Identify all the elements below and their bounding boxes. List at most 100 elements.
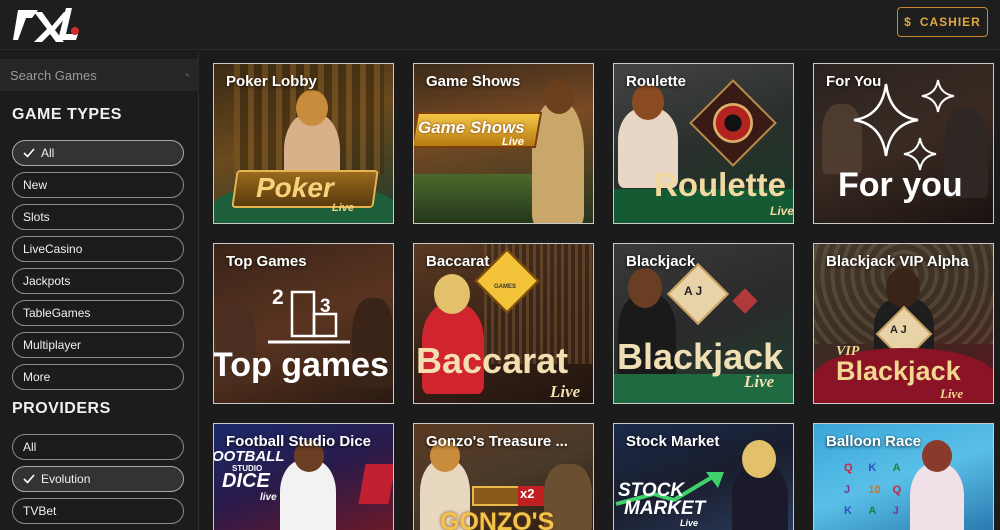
filter-tablegames[interactable]: TableGames (12, 300, 184, 326)
game-tile-blackjack[interactable]: A J Blackjack Live Blackjack (613, 243, 794, 404)
dealer-head (296, 90, 328, 126)
tile-art-text: DICE (222, 470, 270, 492)
slot-symbol: Q (892, 483, 902, 496)
host-head (544, 80, 574, 114)
pill-label: All (41, 146, 55, 160)
pill-label: LiveCasino (23, 242, 83, 256)
pill-label: Slots (23, 210, 50, 224)
pill-label: New (23, 178, 48, 192)
filter-multiplayer[interactable]: Multiplayer (12, 332, 184, 358)
filter-livecasino[interactable]: LiveCasino (12, 236, 184, 262)
tile-art-subtext: Live (680, 518, 699, 528)
game-tile-roulette[interactable]: Roulette Live Roulette (613, 63, 794, 224)
game-tile-football-studio-dice[interactable]: OOTBALL STUDIO DICE live Football Studio… (213, 423, 394, 530)
game-tile-game-shows[interactable]: Game Shows Live Game Shows (413, 63, 594, 224)
tile-title: Top Games (226, 253, 307, 270)
slot-symbol: Q (844, 462, 853, 474)
cashier-label: CASHIER (919, 15, 981, 29)
tile-art-text: Top games (213, 346, 389, 384)
game-tile-balloon-race[interactable]: Q K A J 10 Q K A J Balloon Race (813, 423, 994, 530)
filter-all-game-types[interactable]: All (12, 140, 184, 166)
pill-label: TVBet (23, 504, 57, 518)
tile-art-subtext: Live (940, 386, 964, 401)
slot-symbol: A (868, 505, 877, 518)
tile-art-subtext: Live (550, 382, 581, 401)
card-label: A J (684, 284, 703, 298)
tile-art-text: Baccarat (416, 340, 569, 381)
top-header: $ CASHIER (0, 0, 1000, 50)
site-logo[interactable] (12, 4, 82, 44)
tile-art-text: Blackjack (836, 356, 961, 386)
search-icon[interactable] (186, 67, 189, 83)
filter-new[interactable]: New (12, 172, 184, 198)
slot-symbol: K (844, 505, 852, 518)
tile-art-text: MARKET (624, 498, 706, 519)
tile-art-subtext: Live (332, 202, 355, 214)
game-tile-for-you[interactable]: For you For You (813, 63, 994, 224)
tile-art-subtext: Live (744, 372, 775, 391)
host-head (922, 440, 952, 472)
pill-label: More (23, 370, 51, 384)
filter-jackpots[interactable]: Jackpots (12, 268, 184, 294)
tile-title: Baccarat (426, 253, 490, 270)
badge-label: GAMES (494, 284, 517, 290)
pill-label: Multiplayer (23, 338, 82, 352)
dealer-head (628, 268, 662, 308)
providers-heading: PROVIDERS (12, 400, 111, 417)
tile-art-text: Poker (256, 172, 334, 203)
game-tile-blackjack-vip-alpha[interactable]: A J VIP Blackjack Live Blackjack VIP Alp… (813, 243, 994, 404)
card-label: A J (890, 324, 907, 336)
pill-label: Jackpots (23, 274, 71, 288)
tile-art-subtext: Live (770, 204, 794, 218)
search-input[interactable] (10, 67, 186, 83)
sidebar: GAME TYPES All New Slots LiveCasino Jack… (0, 51, 199, 530)
host-figure (910, 464, 964, 530)
badge-label: x2 (520, 486, 535, 501)
slot-symbol: J (892, 505, 899, 518)
tile-title: Football Studio Dice (226, 433, 371, 450)
slot-symbol: J (844, 483, 851, 496)
game-tile-baccarat[interactable]: GAMES Baccarat Live Baccarat (413, 243, 594, 404)
pill-label: TableGames (23, 306, 91, 320)
provider-tvbet[interactable]: TVBet (12, 498, 184, 524)
tile-title: Gonzo's Treasure ... (426, 433, 568, 450)
provider-all[interactable]: All (12, 434, 184, 460)
host-head (742, 440, 776, 478)
tile-title: For You (826, 73, 882, 90)
search-bar (0, 59, 199, 91)
tile-title: Stock Market (626, 433, 720, 450)
podium-label-2: 2 (272, 286, 284, 309)
game-tile-stock-market[interactable]: STOCK MARKET Live Stock Market (613, 423, 794, 530)
slot-symbol: 10 (868, 483, 881, 496)
tile-art-text: Game Shows (418, 118, 525, 137)
roulette-wheel-icon (713, 103, 753, 143)
tile-art-top: OOTBALL (213, 448, 285, 465)
game-tile-top-games[interactable]: 2 3 Top games Top Games (213, 243, 394, 404)
tile-title: Balloon Race (826, 433, 922, 450)
tile-art-subtext: live (260, 492, 277, 503)
tile-title: Blackjack (626, 253, 696, 270)
slot-symbol: A (892, 462, 901, 474)
filter-slots[interactable]: Slots (12, 204, 184, 230)
dice-stripe (358, 464, 393, 504)
slot-symbols: Q K A J 10 Q K A J (844, 462, 914, 524)
checkmark-icon (23, 474, 35, 484)
stage-floor (414, 174, 532, 223)
pill-label: All (23, 440, 37, 454)
dealer-head (886, 268, 920, 308)
podium-label-3: 3 (320, 296, 331, 317)
game-tile-gonzos-treasure[interactable]: x2 GONZO'S Gonzo's Treasure ... (413, 423, 594, 530)
provider-evolution[interactable]: Evolution (12, 466, 184, 492)
pill-label: Evolution (41, 472, 91, 486)
tile-art-text: For you (838, 166, 963, 204)
game-tile-poker-lobby[interactable]: Poker Live Poker Lobby (213, 63, 394, 224)
tile-title: Poker Lobby (226, 73, 317, 90)
tile-art-text: GONZO'S (440, 508, 555, 530)
tile-title: Blackjack VIP Alpha (826, 253, 969, 270)
filter-more[interactable]: More (12, 364, 184, 390)
cashier-button[interactable]: $ CASHIER (897, 7, 988, 37)
diamond-icon (732, 288, 758, 314)
tile-title: Game Shows (426, 73, 521, 90)
game-types-heading: GAME TYPES (12, 106, 122, 123)
slot-symbol: K (868, 462, 877, 474)
